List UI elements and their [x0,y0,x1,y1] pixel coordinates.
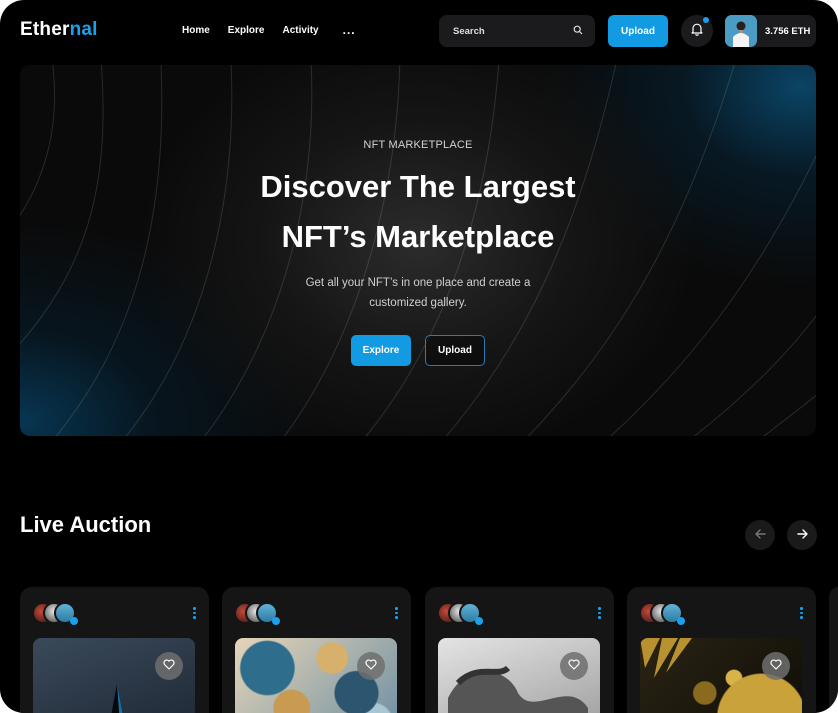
heart-icon [770,657,782,675]
app-window: Ethernal Home Explore Activity ... Uploa… [0,0,838,713]
hero-banner: NFT MARKETPLACE Discover The Largest NFT… [20,65,816,436]
creator-avatars [639,602,689,626]
auction-card[interactable] [425,587,614,713]
search-input[interactable] [453,25,563,37]
hero-kicker: NFT MARKETPLACE [363,139,473,151]
auction-card[interactable] [20,587,209,713]
favorite-button[interactable] [155,652,183,680]
favorite-button[interactable] [560,652,588,680]
hero-subtitle: Get all your NFT’s in one place and crea… [20,273,816,313]
heart-icon [365,657,377,675]
hero-title-line-1: Discover The Largest [260,169,576,204]
verified-icon [70,617,78,625]
creator-avatars [437,602,487,626]
nav-home[interactable]: Home [182,25,210,36]
nav-explore[interactable]: Explore [228,25,265,36]
auction-card[interactable] [222,587,411,713]
upload-button[interactable]: Upload [608,15,668,47]
hero-title: Discover The Largest NFT’s Marketplace [20,162,816,262]
wallet-balance: 3.756 ETH [765,25,811,37]
more-vertical-icon[interactable] [193,607,197,621]
carousel-next-button[interactable] [787,520,817,550]
nft-artwork[interactable] [33,638,195,713]
nft-artwork[interactable] [640,638,802,713]
favorite-button[interactable] [762,652,790,680]
nft-artwork[interactable] [438,638,600,713]
creator-avatars [32,602,82,626]
more-vertical-icon[interactable] [800,607,804,621]
heart-icon [163,657,175,675]
notification-dot [703,17,709,23]
avatar [725,15,757,47]
more-vertical-icon[interactable] [395,607,399,621]
verified-icon [272,617,280,625]
carousel-prev-button[interactable] [745,520,775,550]
hero-explore-button[interactable]: Explore [351,335,411,366]
logo-text-main: Ether [20,19,70,40]
hero-title-line-2: NFT’s Marketplace [281,219,555,254]
wallet-button[interactable]: 3.756 ETH [725,15,816,47]
arrow-right-icon [796,526,808,544]
search-box[interactable] [439,15,595,47]
hero-subtitle-line-2: customized gallery. [369,297,467,309]
favorite-button[interactable] [357,652,385,680]
arrow-left-icon [754,526,766,544]
bell-icon [690,22,704,41]
heart-icon [568,657,580,675]
auction-card-partial[interactable] [829,587,838,713]
logo[interactable]: Ethernal [20,19,98,41]
section-title: Live Auction [20,512,152,537]
creator-avatars [234,602,284,626]
search-icon[interactable] [573,22,583,40]
verified-icon [677,617,685,625]
nft-artwork[interactable] [235,638,397,713]
nav-activity[interactable]: Activity [282,25,318,36]
nav-more-button[interactable]: ... [343,24,356,36]
verified-icon [475,617,483,625]
main-nav: Home Explore Activity ... [182,24,356,36]
hero-subtitle-line-1: Get all your NFT’s in one place and crea… [305,277,531,289]
more-vertical-icon[interactable] [598,607,602,621]
logo-text-accent: nal [69,19,98,40]
hero-upload-button[interactable]: Upload [425,335,485,366]
notifications-button[interactable] [681,15,713,47]
auction-card[interactable] [627,587,816,713]
